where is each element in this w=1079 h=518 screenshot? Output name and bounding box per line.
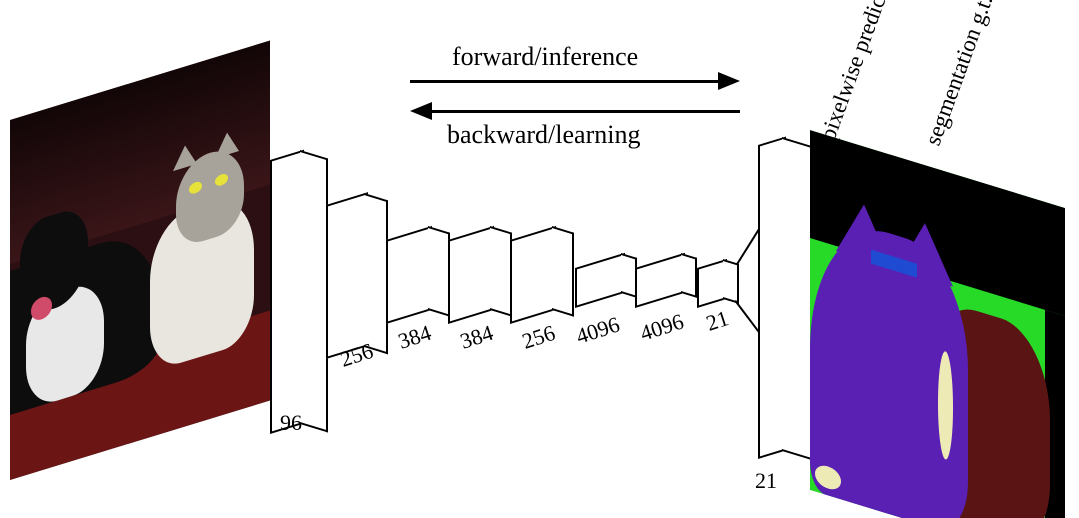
layer-conv2 bbox=[326, 192, 368, 359]
input-image bbox=[10, 41, 270, 480]
layer-score-channels: 21 bbox=[703, 305, 732, 337]
segmentation-gt-image bbox=[810, 130, 1065, 518]
layer-conv2-side bbox=[364, 193, 388, 354]
layer-conv5-side bbox=[552, 226, 574, 317]
backward-arrow-label: backward/learning bbox=[447, 120, 640, 150]
layer-conv1 bbox=[270, 150, 304, 434]
layer-upsample-channels: 21 bbox=[755, 468, 777, 494]
layer-conv1-side bbox=[300, 150, 328, 433]
layer-fc7-channels: 4096 bbox=[637, 308, 687, 346]
layer-conv5-channels: 256 bbox=[519, 320, 558, 355]
layer-conv1-channels: 96 bbox=[280, 410, 302, 436]
fcn-architecture-diagram: 96 256 384 384 256 4096 4096 21 21 bbox=[0, 0, 1079, 518]
layer-score-side bbox=[723, 259, 739, 304]
layer-conv4-side bbox=[490, 226, 512, 317]
layer-fc7 bbox=[635, 253, 685, 308]
layer-conv5 bbox=[510, 226, 556, 324]
layer-conv4 bbox=[448, 226, 494, 324]
forward-arrow-head bbox=[718, 72, 740, 90]
forward-arrow bbox=[410, 80, 720, 83]
backward-arrow-head bbox=[410, 102, 432, 120]
layer-conv3 bbox=[386, 226, 432, 324]
layer-fc7-side bbox=[681, 253, 697, 298]
segmentation-gt-label: segmentation g.t. bbox=[920, 0, 998, 149]
layer-conv4-channels: 384 bbox=[457, 320, 496, 355]
layer-conv3-channels: 384 bbox=[395, 320, 434, 355]
layer-fc6 bbox=[575, 253, 625, 308]
layer-upsample-side bbox=[782, 137, 812, 460]
layer-conv3-side bbox=[428, 226, 450, 317]
layer-fc6-channels: 4096 bbox=[573, 311, 623, 349]
pixelwise-prediction-label: pixelwise prediction bbox=[815, 0, 903, 144]
backward-arrow bbox=[430, 110, 740, 113]
forward-arrow-label: forward/inference bbox=[452, 42, 638, 72]
